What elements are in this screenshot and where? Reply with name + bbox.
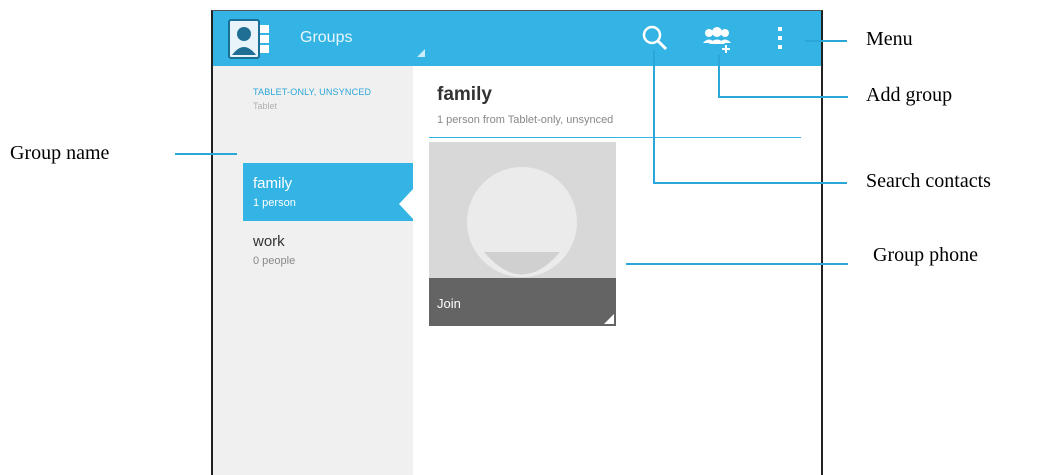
- contact-card[interactable]: Join: [429, 142, 616, 326]
- search-icon[interactable]: [640, 23, 670, 53]
- group-phone-callout: Group phone: [873, 244, 978, 266]
- header-divider: [429, 137, 801, 138]
- spinner-indicator: [417, 49, 425, 57]
- contact-name: Join: [437, 296, 461, 311]
- add-group-callout-line-h: [718, 96, 848, 98]
- overflow-menu-icon[interactable]: [773, 23, 787, 53]
- contacts-app-icon[interactable]: [227, 17, 271, 61]
- group-title: family: [437, 84, 492, 105]
- tablet-screen: Groups TABLET-ONLY, UNSYNCED Tablet fami…: [211, 10, 823, 475]
- selection-notch: [399, 188, 414, 220]
- add-group-icon[interactable]: [700, 23, 734, 53]
- group-item-work[interactable]: work 0 people: [243, 221, 413, 279]
- action-bar: Groups: [213, 11, 821, 66]
- search-callout-line-h: [653, 182, 847, 184]
- group-item-family[interactable]: family 1 person: [243, 163, 413, 221]
- contact-card-footer: Join: [429, 278, 616, 326]
- group-count: 0 people: [253, 255, 296, 267]
- card-corner-indicator: [604, 314, 614, 324]
- account-type: Tablet: [253, 101, 278, 111]
- search-contacts-callout: Search contacts: [866, 170, 991, 192]
- menu-callout-line: [805, 40, 847, 42]
- group-phone-callout-line: [626, 263, 848, 265]
- account-name: TABLET-ONLY, UNSYNCED: [253, 87, 372, 97]
- group-name-callout: Group name: [10, 142, 110, 164]
- group-name: family: [253, 175, 293, 192]
- add-group-callout: Add group: [866, 84, 953, 106]
- group-count: 1 person: [253, 197, 296, 209]
- group-name-callout-line: [175, 153, 237, 155]
- add-group-callout-line-v: [718, 55, 720, 97]
- groups-sidebar: TABLET-ONLY, UNSYNCED Tablet family 1 pe…: [213, 66, 414, 475]
- search-callout-line-v: [653, 50, 655, 183]
- menu-callout: Menu: [866, 28, 913, 50]
- group-detail-pane: family 1 person from Tablet-only, unsync…: [413, 66, 821, 475]
- group-name: work: [253, 233, 285, 250]
- group-subtitle: 1 person from Tablet-only, unsynced: [437, 114, 614, 126]
- actionbar-title[interactable]: Groups: [300, 29, 352, 47]
